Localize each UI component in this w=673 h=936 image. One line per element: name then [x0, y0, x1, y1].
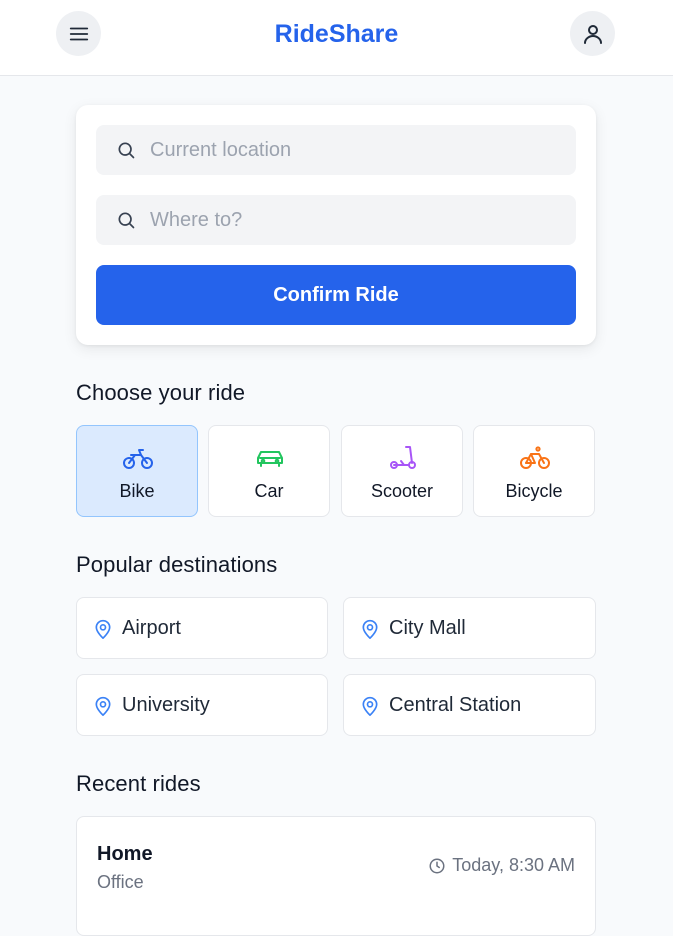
recent-ride-to: Office — [97, 872, 144, 892]
map-pin-icon — [95, 619, 111, 639]
destination-airport[interactable]: Airport — [76, 597, 328, 659]
destination-label: City Mall — [389, 617, 466, 639]
ride-section-title: Choose your ride — [76, 380, 246, 405]
confirm-ride-button[interactable]: Confirm Ride — [96, 265, 576, 325]
ride-option-label: Car — [254, 481, 284, 501]
destination-university[interactable]: University — [76, 674, 328, 736]
user-icon — [583, 24, 602, 44]
recent-ride-item[interactable]: Home Office Today, 8:30 AM — [76, 816, 596, 936]
map-pin-icon — [95, 696, 111, 716]
bicycle-icon — [520, 446, 550, 469]
destination-label: Airport — [122, 617, 181, 639]
ride-option-label: Scooter — [370, 481, 434, 501]
pickup-field-wrapper — [96, 125, 576, 175]
destination-label: Central Station — [389, 694, 522, 716]
ride-option-label: Bike — [119, 481, 155, 501]
search-icon — [118, 212, 135, 229]
ride-option-label: Bicycle — [505, 481, 563, 501]
recent-ride-time: Today, 8:30 AM — [452, 855, 575, 875]
map-pin-icon — [362, 619, 378, 639]
ride-option-car[interactable]: Car — [208, 425, 330, 517]
destination-central-station[interactable]: Central Station — [343, 674, 596, 736]
clock-icon — [429, 858, 445, 873]
booking-card: Confirm Ride — [76, 105, 596, 345]
dropoff-input[interactable] — [150, 195, 560, 245]
dropoff-field-wrapper — [96, 195, 576, 245]
recent-ride-time-wrap: Today, 8:30 AM — [428, 855, 575, 876]
recent-section-title: Recent rides — [76, 771, 201, 796]
scooter-icon — [390, 446, 416, 469]
app-header: RideShare — [0, 0, 673, 76]
ride-option-bike[interactable]: Bike — [76, 425, 198, 517]
ride-option-scooter[interactable]: Scooter — [341, 425, 463, 517]
map-pin-icon — [362, 696, 378, 716]
recent-ride-from: Home — [97, 843, 153, 865]
profile-button[interactable] — [570, 11, 615, 56]
destinations-section-title: Popular destinations — [76, 552, 278, 577]
pickup-input[interactable] — [150, 125, 560, 175]
search-icon — [118, 142, 135, 159]
destination-label: University — [122, 694, 210, 716]
destination-city-mall[interactable]: City Mall — [343, 597, 596, 659]
motorbike-icon — [123, 449, 153, 469]
car-icon — [257, 451, 283, 467]
ride-option-bicycle[interactable]: Bicycle — [473, 425, 595, 517]
